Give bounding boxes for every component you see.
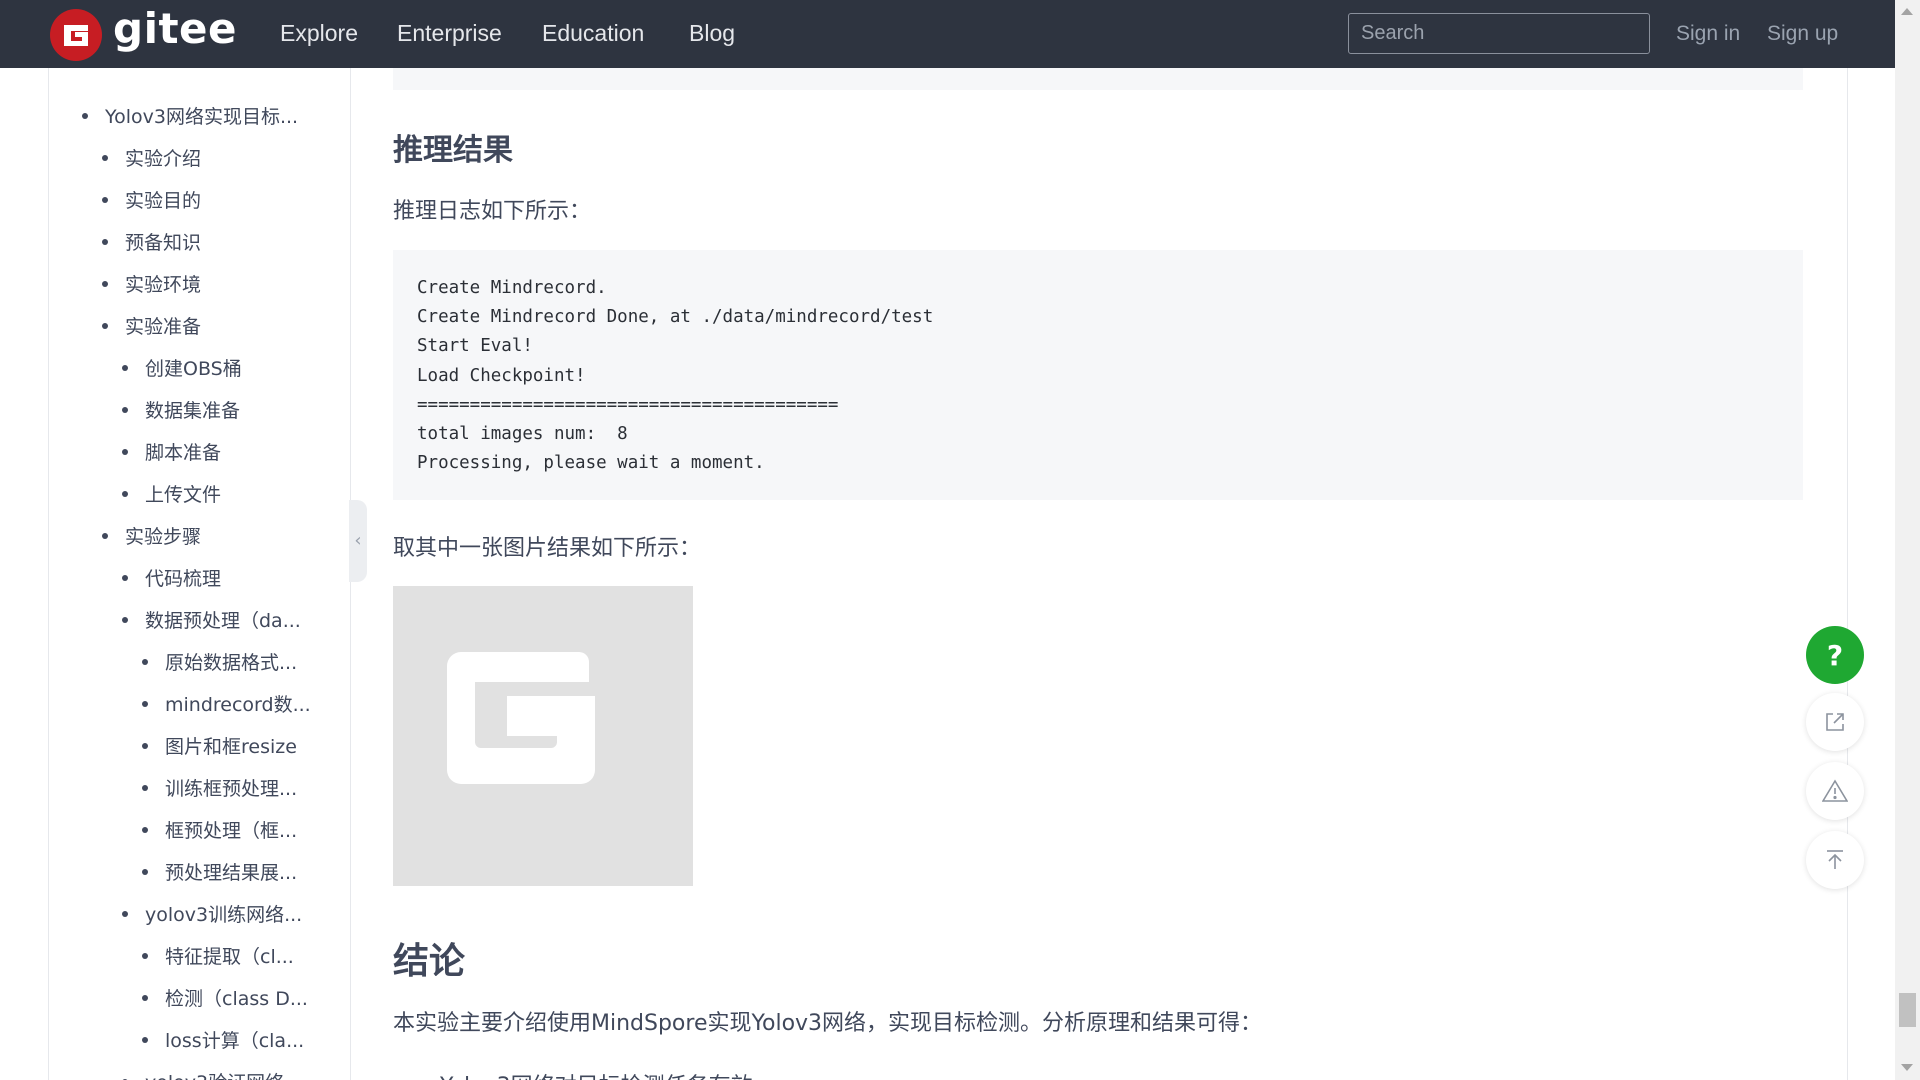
help-button[interactable]: ? (1806, 626, 1864, 684)
toc-item[interactable]: 预处理结果展... (141, 858, 297, 885)
toc-item[interactable]: 创建OBS桶 (122, 354, 242, 381)
gitee-logo-icon[interactable] (50, 9, 102, 61)
inference-log-code: Create Mindrecord. Create Mindrecord Don… (393, 250, 1803, 500)
toc-sidebar: Yolov3网络实现目标... 实验介绍实验目的预备知识实验环境实验准备创建OBS… (48, 68, 351, 1080)
toc-item[interactable]: 框预处理（框... (141, 816, 297, 843)
toc-item[interactable]: 实验介绍 (101, 144, 201, 171)
toc-item[interactable]: 实验准备 (101, 312, 201, 339)
log-intro-text: 推理日志如下所示： (393, 199, 592, 224)
sign-up-link[interactable]: Sign up (1767, 22, 1838, 46)
nav-blog[interactable]: Blog (689, 20, 735, 47)
search-input[interactable] (1348, 13, 1650, 54)
toc-item[interactable]: 预备知识 (101, 228, 201, 255)
logo-text[interactable]: gitee (113, 4, 237, 53)
sign-in-link[interactable]: Sign in (1676, 22, 1740, 46)
toc-item[interactable]: Yolov3网络实现目标... (81, 102, 298, 129)
toc-item[interactable]: 训练框预处理... (141, 774, 297, 801)
toc-item[interactable]: 检测（class D... (142, 984, 308, 1011)
toc-item[interactable]: 特征提取（cl... (142, 942, 294, 969)
heading-conclusion: 结论 (393, 941, 466, 982)
nav-explore[interactable]: Explore (280, 20, 358, 47)
heading-inference-result: 推理结果 (393, 133, 513, 168)
help-icon: ? (1826, 638, 1844, 672)
article-content: 推理结果 推理日志如下所示： Create Mindrecord. Create… (350, 68, 1847, 1080)
toc-item[interactable]: 数据预处理（da... (122, 606, 301, 633)
result-image-placeholder[interactable] (393, 586, 693, 886)
toc-item[interactable]: loss计算（cla... (141, 1026, 304, 1053)
conclusion-text: 本实验主要介绍使用MindSpore实现Yolov3网络，实现目标检测。分析原理… (393, 1011, 1263, 1036)
scroll-up-arrow-icon[interactable] (1901, 8, 1913, 15)
scroll-down-arrow-icon[interactable] (1901, 1064, 1913, 1071)
toc-item[interactable]: mindrecord数... (142, 690, 311, 717)
toc-item[interactable]: 脚本准备 (121, 438, 221, 465)
toc-item[interactable]: 实验步骤 (101, 522, 201, 549)
toc-item[interactable]: 数据集准备 (121, 396, 240, 423)
conclusion-bullet: Yolov3网络对目标检测任务有效 (440, 1068, 753, 1080)
toc-item[interactable]: yolov3验证网络... (121, 1068, 302, 1080)
top-navbar: gitee Explore Enterprise Education Blog … (0, 0, 1895, 68)
share-icon (1826, 713, 1844, 731)
share-button[interactable] (1806, 693, 1864, 751)
nav-enterprise[interactable]: Enterprise (397, 20, 502, 47)
content-border (1847, 68, 1848, 1080)
back-to-top-icon (1827, 850, 1843, 869)
toc-item[interactable]: 实验目的 (101, 186, 201, 213)
toc-item[interactable]: yolov3训练网络... (121, 900, 302, 927)
back-to-top-button[interactable] (1806, 831, 1864, 889)
page-scrollbar[interactable] (1895, 0, 1920, 1080)
toc-item[interactable]: 代码梳理 (121, 564, 221, 591)
image-intro-text: 取其中一张图片结果如下所示： (393, 536, 702, 561)
toc-item[interactable]: 图片和框resize (142, 732, 297, 759)
previous-code-block (393, 68, 1803, 90)
scrollbar-thumb[interactable] (1899, 993, 1916, 1027)
report-button[interactable] (1806, 762, 1864, 820)
report-icon (1822, 779, 1848, 802)
gitee-placeholder-icon (447, 652, 595, 784)
toc-item[interactable]: 上传文件 (121, 480, 221, 507)
toc-item[interactable]: 实验环境 (101, 270, 201, 297)
nav-education[interactable]: Education (542, 20, 644, 47)
toc-item[interactable]: 原始数据格式... (141, 648, 297, 675)
